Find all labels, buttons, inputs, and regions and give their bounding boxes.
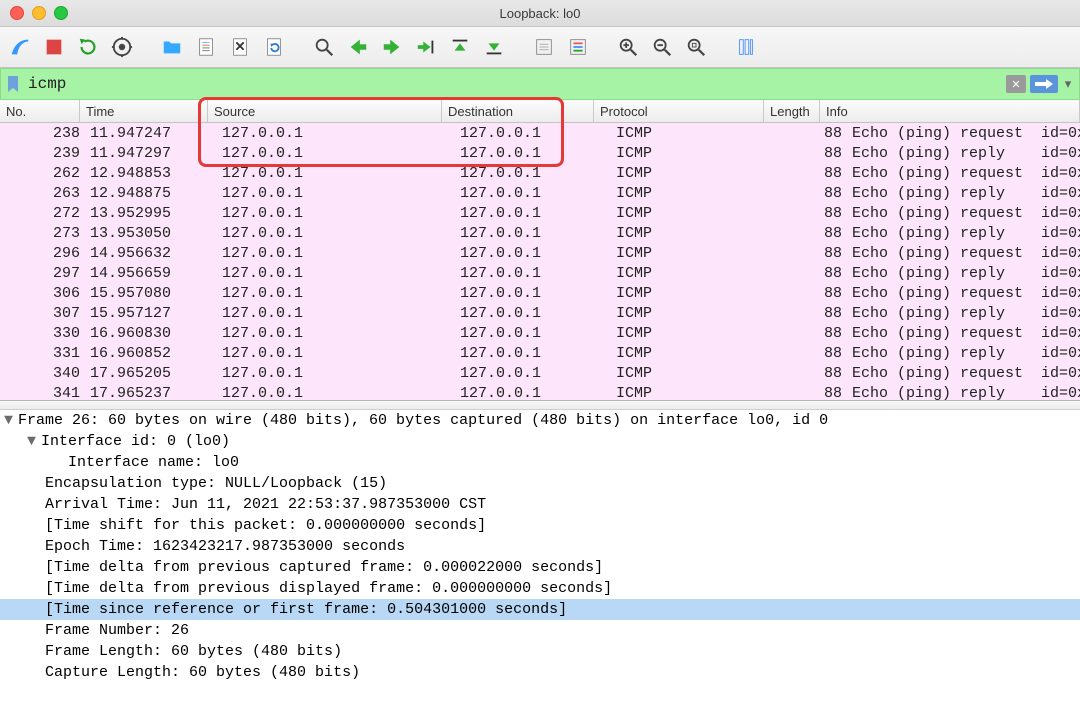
colorize-packets-button[interactable] (564, 33, 592, 61)
iface-id-line[interactable]: ▼Interface id: 0 (lo0) (0, 431, 1080, 452)
display-filter-bar: ✕ ▾ (0, 68, 1080, 100)
filter-dropdown-button[interactable]: ▾ (1062, 76, 1074, 92)
titlebar: Loopback: lo0 (0, 0, 1080, 27)
packet-row[interactable]: 30615.957080127.0.0.1127.0.0.1ICMP88Echo… (0, 283, 1080, 303)
packet-row[interactable]: 34117.965237127.0.0.1127.0.0.1ICMP88Echo… (0, 383, 1080, 400)
tddisp-line[interactable]: [Time delta from previous displayed fram… (0, 578, 1080, 599)
go-to-last-button[interactable] (480, 33, 508, 61)
packet-list-header: No. Time Source Destination Protocol Len… (0, 100, 1080, 123)
zoom-out-button[interactable] (648, 33, 676, 61)
resize-columns-button[interactable] (732, 33, 760, 61)
toolbar (0, 27, 1080, 68)
window-title: Loopback: lo0 (0, 6, 1080, 21)
packet-row[interactable]: 34017.965205127.0.0.1127.0.0.1ICMP88Echo… (0, 363, 1080, 383)
open-file-button[interactable] (158, 33, 186, 61)
packet-row[interactable]: 23811.947247127.0.0.1127.0.0.1ICMP88Echo… (0, 123, 1080, 143)
restart-capture-button[interactable] (74, 33, 102, 61)
go-back-button[interactable] (344, 33, 372, 61)
frame-line[interactable]: ▼Frame 26: 60 bytes on wire (480 bits), … (0, 410, 1080, 431)
bookmark-icon[interactable] (6, 75, 20, 93)
apply-filter-button[interactable] (1030, 75, 1058, 93)
col-header-no[interactable]: No. (0, 100, 80, 122)
go-to-first-button[interactable] (446, 33, 474, 61)
reload-file-button[interactable] (260, 33, 288, 61)
packet-row[interactable]: 27213.952995127.0.0.1127.0.0.1ICMP88Echo… (0, 203, 1080, 223)
packet-list: No. Time Source Destination Protocol Len… (0, 100, 1080, 400)
epoch-line[interactable]: Epoch Time: 1623423217.987353000 seconds (0, 536, 1080, 557)
tshift-line[interactable]: [Time shift for this packet: 0.000000000… (0, 515, 1080, 536)
framelen-line[interactable]: Frame Length: 60 bytes (480 bits) (0, 641, 1080, 662)
encap-line[interactable]: Encapsulation type: NULL/Loopback (15) (0, 473, 1080, 494)
packet-row[interactable]: 33116.960852127.0.0.1127.0.0.1ICMP88Echo… (0, 343, 1080, 363)
col-header-protocol[interactable]: Protocol (594, 100, 764, 122)
packet-row[interactable]: 26212.948853127.0.0.1127.0.0.1ICMP88Echo… (0, 163, 1080, 183)
packet-row[interactable]: 26312.948875127.0.0.1127.0.0.1ICMP88Echo… (0, 183, 1080, 203)
col-header-destination[interactable]: Destination (442, 100, 594, 122)
arrival-line[interactable]: Arrival Time: Jun 11, 2021 22:53:37.9873… (0, 494, 1080, 515)
iface-name-line[interactable]: Interface name: lo0 (0, 452, 1080, 473)
tsince-line[interactable]: [Time since reference or first frame: 0.… (0, 599, 1080, 620)
packet-row[interactable]: 30715.957127127.0.0.1127.0.0.1ICMP88Echo… (0, 303, 1080, 323)
save-file-button[interactable] (192, 33, 220, 61)
packet-row[interactable]: 27313.953050127.0.0.1127.0.0.1ICMP88Echo… (0, 223, 1080, 243)
frameno-line[interactable]: Frame Number: 26 (0, 620, 1080, 641)
col-header-time[interactable]: Time (80, 100, 208, 122)
col-header-source[interactable]: Source (208, 100, 442, 122)
zoom-reset-button[interactable] (682, 33, 710, 61)
stop-capture-button[interactable] (40, 33, 68, 61)
col-header-info[interactable]: Info (820, 100, 1080, 122)
zoom-in-button[interactable] (614, 33, 642, 61)
packet-details[interactable]: ▼Frame 26: 60 bytes on wire (480 bits), … (0, 400, 1080, 715)
close-file-button[interactable] (226, 33, 254, 61)
caplen-line[interactable]: Capture Length: 60 bytes (480 bits) (0, 662, 1080, 683)
capture-options-button[interactable] (108, 33, 136, 61)
go-to-packet-button[interactable] (412, 33, 440, 61)
packet-row[interactable]: 29614.956632127.0.0.1127.0.0.1ICMP88Echo… (0, 243, 1080, 263)
col-header-length[interactable]: Length (764, 100, 820, 122)
display-filter-input[interactable] (26, 74, 1006, 94)
go-forward-button[interactable] (378, 33, 406, 61)
auto-scroll-button[interactable] (530, 33, 558, 61)
tdcap-line[interactable]: [Time delta from previous captured frame… (0, 557, 1080, 578)
shark-fin-icon[interactable] (6, 33, 34, 61)
clear-filter-button[interactable]: ✕ (1006, 75, 1026, 93)
packet-row[interactable]: 33016.960830127.0.0.1127.0.0.1ICMP88Echo… (0, 323, 1080, 343)
packet-row[interactable]: 23911.947297127.0.0.1127.0.0.1ICMP88Echo… (0, 143, 1080, 163)
packet-row[interactable]: 29714.956659127.0.0.1127.0.0.1ICMP88Echo… (0, 263, 1080, 283)
find-packet-button[interactable] (310, 33, 338, 61)
